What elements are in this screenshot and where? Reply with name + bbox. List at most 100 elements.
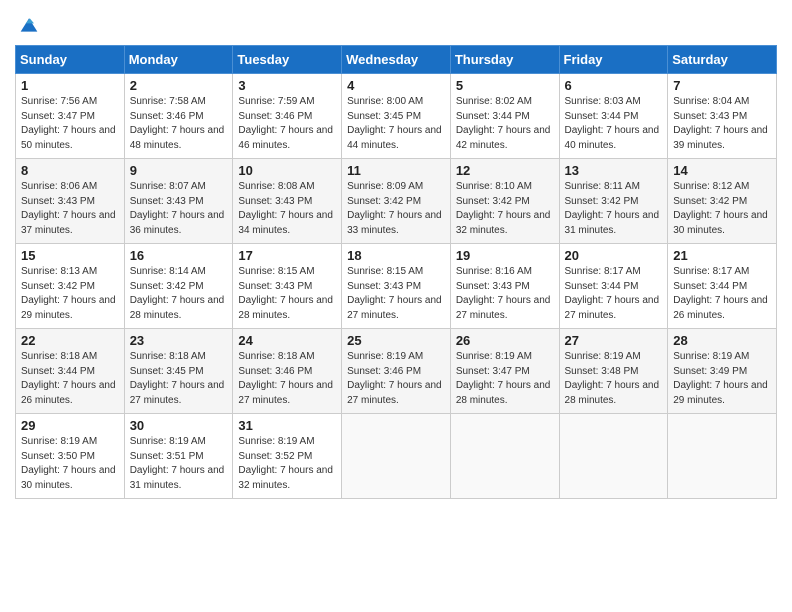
day-info: Sunrise: 8:15 AMSunset: 3:43 PMDaylight:… (238, 266, 333, 321)
day-info: Sunrise: 7:58 AMSunset: 3:46 PMDaylight:… (130, 96, 225, 151)
day-info: Sunrise: 8:00 AMSunset: 3:45 PMDaylight:… (347, 96, 442, 151)
calendar-cell: 30 Sunrise: 8:19 AMSunset: 3:51 PMDaylig… (124, 414, 233, 499)
calendar-cell: 13 Sunrise: 8:11 AMSunset: 3:42 PMDaylig… (559, 159, 668, 244)
calendar-cell: 28 Sunrise: 8:19 AMSunset: 3:49 PMDaylig… (668, 329, 777, 414)
calendar-cell: 16 Sunrise: 8:14 AMSunset: 3:42 PMDaylig… (124, 244, 233, 329)
day-info: Sunrise: 8:17 AMSunset: 3:44 PMDaylight:… (565, 266, 660, 321)
day-number: 9 (130, 163, 228, 178)
day-number: 1 (21, 78, 119, 93)
calendar-week-3: 15 Sunrise: 8:13 AMSunset: 3:42 PMDaylig… (16, 244, 777, 329)
page-header (15, 15, 777, 35)
calendar-cell: 2 Sunrise: 7:58 AMSunset: 3:46 PMDayligh… (124, 74, 233, 159)
calendar-week-1: 1 Sunrise: 7:56 AMSunset: 3:47 PMDayligh… (16, 74, 777, 159)
day-info: Sunrise: 8:04 AMSunset: 3:43 PMDaylight:… (673, 96, 768, 151)
calendar-header-wednesday: Wednesday (342, 46, 451, 74)
calendar-cell (450, 414, 559, 499)
day-info: Sunrise: 8:12 AMSunset: 3:42 PMDaylight:… (673, 181, 768, 236)
calendar-cell: 24 Sunrise: 8:18 AMSunset: 3:46 PMDaylig… (233, 329, 342, 414)
calendar-cell: 19 Sunrise: 8:16 AMSunset: 3:43 PMDaylig… (450, 244, 559, 329)
calendar-cell: 6 Sunrise: 8:03 AMSunset: 3:44 PMDayligh… (559, 74, 668, 159)
day-info: Sunrise: 8:13 AMSunset: 3:42 PMDaylight:… (21, 266, 116, 321)
day-number: 10 (238, 163, 336, 178)
day-number: 26 (456, 333, 554, 348)
day-info: Sunrise: 8:19 AMSunset: 3:49 PMDaylight:… (673, 351, 768, 406)
day-info: Sunrise: 8:10 AMSunset: 3:42 PMDaylight:… (456, 181, 551, 236)
day-number: 4 (347, 78, 445, 93)
day-number: 21 (673, 248, 771, 263)
day-info: Sunrise: 8:07 AMSunset: 3:43 PMDaylight:… (130, 181, 225, 236)
logo (15, 15, 39, 35)
calendar-cell: 1 Sunrise: 7:56 AMSunset: 3:47 PMDayligh… (16, 74, 125, 159)
day-info: Sunrise: 8:14 AMSunset: 3:42 PMDaylight:… (130, 266, 225, 321)
day-number: 7 (673, 78, 771, 93)
day-info: Sunrise: 8:08 AMSunset: 3:43 PMDaylight:… (238, 181, 333, 236)
day-info: Sunrise: 7:56 AMSunset: 3:47 PMDaylight:… (21, 96, 116, 151)
day-info: Sunrise: 8:18 AMSunset: 3:46 PMDaylight:… (238, 351, 333, 406)
day-number: 23 (130, 333, 228, 348)
calendar-header-tuesday: Tuesday (233, 46, 342, 74)
calendar-cell: 5 Sunrise: 8:02 AMSunset: 3:44 PMDayligh… (450, 74, 559, 159)
day-number: 28 (673, 333, 771, 348)
day-number: 12 (456, 163, 554, 178)
day-number: 17 (238, 248, 336, 263)
day-info: Sunrise: 8:18 AMSunset: 3:44 PMDaylight:… (21, 351, 116, 406)
day-info: Sunrise: 8:09 AMSunset: 3:42 PMDaylight:… (347, 181, 442, 236)
day-number: 29 (21, 418, 119, 433)
calendar-cell: 20 Sunrise: 8:17 AMSunset: 3:44 PMDaylig… (559, 244, 668, 329)
calendar-cell: 14 Sunrise: 8:12 AMSunset: 3:42 PMDaylig… (668, 159, 777, 244)
day-info: Sunrise: 8:19 AMSunset: 3:50 PMDaylight:… (21, 436, 116, 491)
day-info: Sunrise: 8:03 AMSunset: 3:44 PMDaylight:… (565, 96, 660, 151)
day-number: 19 (456, 248, 554, 263)
day-number: 6 (565, 78, 663, 93)
calendar-header-row: SundayMondayTuesdayWednesdayThursdayFrid… (16, 46, 777, 74)
calendar-cell: 8 Sunrise: 8:06 AMSunset: 3:43 PMDayligh… (16, 159, 125, 244)
day-number: 2 (130, 78, 228, 93)
day-number: 8 (21, 163, 119, 178)
day-number: 11 (347, 163, 445, 178)
calendar-header-saturday: Saturday (668, 46, 777, 74)
calendar-cell: 23 Sunrise: 8:18 AMSunset: 3:45 PMDaylig… (124, 329, 233, 414)
calendar-cell (342, 414, 451, 499)
calendar-cell (559, 414, 668, 499)
calendar-cell: 21 Sunrise: 8:17 AMSunset: 3:44 PMDaylig… (668, 244, 777, 329)
day-info: Sunrise: 8:19 AMSunset: 3:47 PMDaylight:… (456, 351, 551, 406)
day-number: 27 (565, 333, 663, 348)
day-number: 14 (673, 163, 771, 178)
day-info: Sunrise: 8:16 AMSunset: 3:43 PMDaylight:… (456, 266, 551, 321)
day-info: Sunrise: 8:19 AMSunset: 3:48 PMDaylight:… (565, 351, 660, 406)
calendar-cell: 4 Sunrise: 8:00 AMSunset: 3:45 PMDayligh… (342, 74, 451, 159)
day-number: 25 (347, 333, 445, 348)
day-number: 18 (347, 248, 445, 263)
calendar-week-5: 29 Sunrise: 8:19 AMSunset: 3:50 PMDaylig… (16, 414, 777, 499)
calendar-cell: 11 Sunrise: 8:09 AMSunset: 3:42 PMDaylig… (342, 159, 451, 244)
calendar-cell: 12 Sunrise: 8:10 AMSunset: 3:42 PMDaylig… (450, 159, 559, 244)
calendar-cell: 15 Sunrise: 8:13 AMSunset: 3:42 PMDaylig… (16, 244, 125, 329)
day-number: 31 (238, 418, 336, 433)
calendar-cell: 25 Sunrise: 8:19 AMSunset: 3:46 PMDaylig… (342, 329, 451, 414)
calendar-cell: 3 Sunrise: 7:59 AMSunset: 3:46 PMDayligh… (233, 74, 342, 159)
calendar-body: 1 Sunrise: 7:56 AMSunset: 3:47 PMDayligh… (16, 74, 777, 499)
day-info: Sunrise: 8:18 AMSunset: 3:45 PMDaylight:… (130, 351, 225, 406)
calendar-cell: 10 Sunrise: 8:08 AMSunset: 3:43 PMDaylig… (233, 159, 342, 244)
calendar-header-monday: Monday (124, 46, 233, 74)
day-number: 20 (565, 248, 663, 263)
calendar-table: SundayMondayTuesdayWednesdayThursdayFrid… (15, 45, 777, 499)
logo-icon (19, 15, 39, 35)
day-number: 13 (565, 163, 663, 178)
day-info: Sunrise: 8:19 AMSunset: 3:46 PMDaylight:… (347, 351, 442, 406)
calendar-header-friday: Friday (559, 46, 668, 74)
day-number: 5 (456, 78, 554, 93)
day-number: 30 (130, 418, 228, 433)
calendar-cell: 22 Sunrise: 8:18 AMSunset: 3:44 PMDaylig… (16, 329, 125, 414)
calendar-week-2: 8 Sunrise: 8:06 AMSunset: 3:43 PMDayligh… (16, 159, 777, 244)
day-number: 15 (21, 248, 119, 263)
calendar-cell: 29 Sunrise: 8:19 AMSunset: 3:50 PMDaylig… (16, 414, 125, 499)
calendar-header-sunday: Sunday (16, 46, 125, 74)
day-info: Sunrise: 8:19 AMSunset: 3:51 PMDaylight:… (130, 436, 225, 491)
day-number: 24 (238, 333, 336, 348)
calendar-cell: 27 Sunrise: 8:19 AMSunset: 3:48 PMDaylig… (559, 329, 668, 414)
calendar-cell (668, 414, 777, 499)
calendar-cell: 9 Sunrise: 8:07 AMSunset: 3:43 PMDayligh… (124, 159, 233, 244)
calendar-header-thursday: Thursday (450, 46, 559, 74)
day-number: 3 (238, 78, 336, 93)
